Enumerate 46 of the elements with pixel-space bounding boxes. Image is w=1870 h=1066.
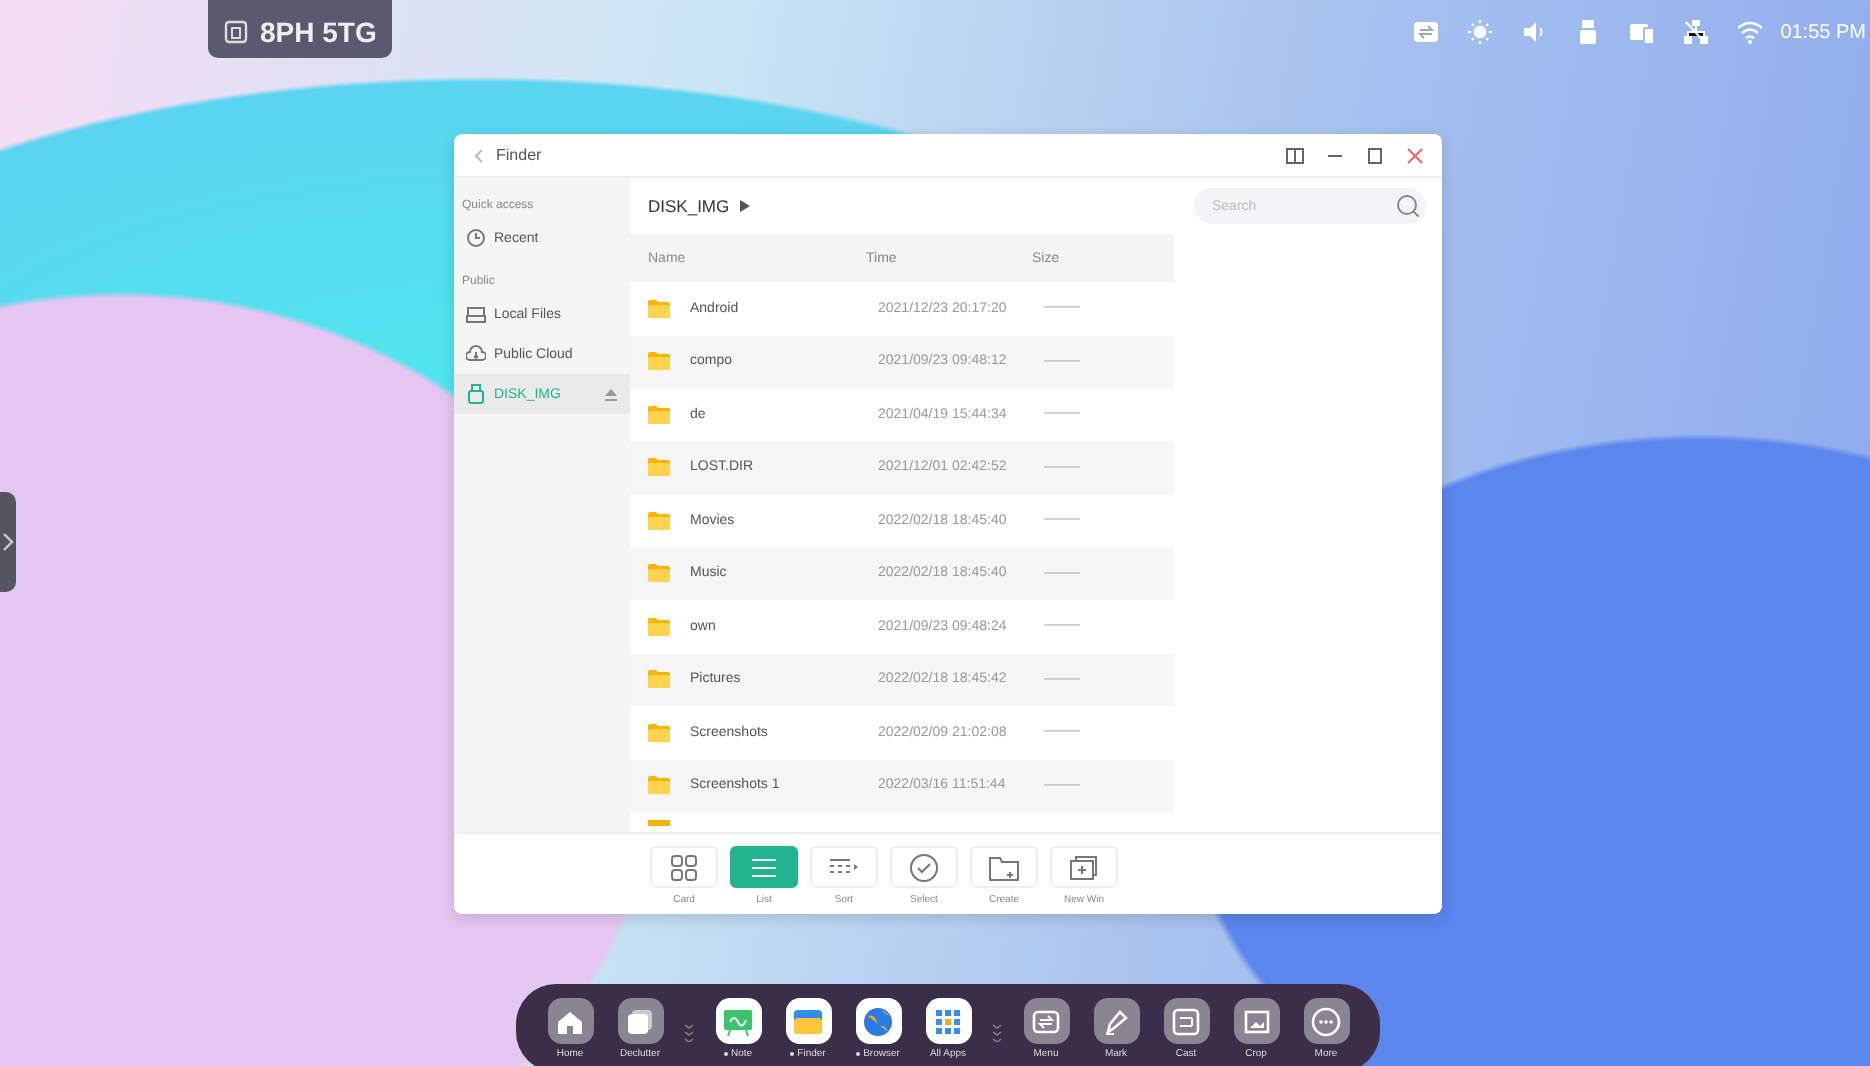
folder-plus-icon <box>988 851 1020 883</box>
folder-icon <box>648 352 670 371</box>
folder-icon <box>648 723 670 742</box>
maximize-icon[interactable] <box>1366 147 1384 163</box>
grid-icon <box>668 851 700 883</box>
folder-icon[interactable] <box>785 998 831 1044</box>
device-code-badge: 8PH 5TG <box>208 0 393 57</box>
new-window-icon <box>1068 851 1100 883</box>
check-circle-icon <box>908 851 940 883</box>
switch-icon[interactable] <box>1023 998 1069 1044</box>
folder-icon <box>648 670 670 689</box>
clock-icon <box>466 228 486 248</box>
split-view-icon[interactable] <box>1286 147 1304 163</box>
tablet-icon <box>224 19 248 43</box>
search-icon <box>1396 194 1420 218</box>
folder-icon <box>648 776 670 795</box>
folder-icon <box>648 511 670 530</box>
toolbar-button[interactable] <box>730 846 798 888</box>
whiteboard-icon[interactable] <box>715 998 761 1044</box>
pen-icon[interactable] <box>1093 998 1139 1044</box>
folder-icon <box>648 299 670 318</box>
network-off-icon[interactable] <box>1684 20 1709 44</box>
folder-icon <box>648 820 670 828</box>
clock-time: 01:55 PM <box>1780 21 1866 43</box>
breadcrumb[interactable]: DISK_IMG <box>648 196 730 216</box>
cloud-download-icon <box>466 344 486 364</box>
caret-icon[interactable] <box>739 200 750 212</box>
toggle-icon[interactable] <box>1414 20 1439 44</box>
app-grid-icon[interactable] <box>925 998 971 1044</box>
image-crop-icon[interactable] <box>1233 998 1279 1044</box>
window-title: Finder <box>496 146 542 164</box>
drive-icon <box>466 304 486 324</box>
globe-icon[interactable] <box>855 998 901 1044</box>
usb-drive-icon <box>466 384 486 404</box>
house-icon[interactable] <box>547 998 593 1044</box>
folder-icon <box>648 617 670 636</box>
chevron-down-icon[interactable] <box>684 1022 694 1042</box>
folder-icon <box>648 564 670 583</box>
chevron-down-icon[interactable] <box>992 1022 1002 1042</box>
close-icon[interactable] <box>1406 147 1424 163</box>
folder-icon <box>648 458 670 477</box>
stacked-squares-icon[interactable] <box>617 998 663 1044</box>
folder-icon <box>648 405 670 424</box>
more-icon[interactable] <box>1303 998 1349 1044</box>
cast-icon[interactable] <box>1163 998 1209 1044</box>
side-handle[interactable] <box>0 492 16 592</box>
